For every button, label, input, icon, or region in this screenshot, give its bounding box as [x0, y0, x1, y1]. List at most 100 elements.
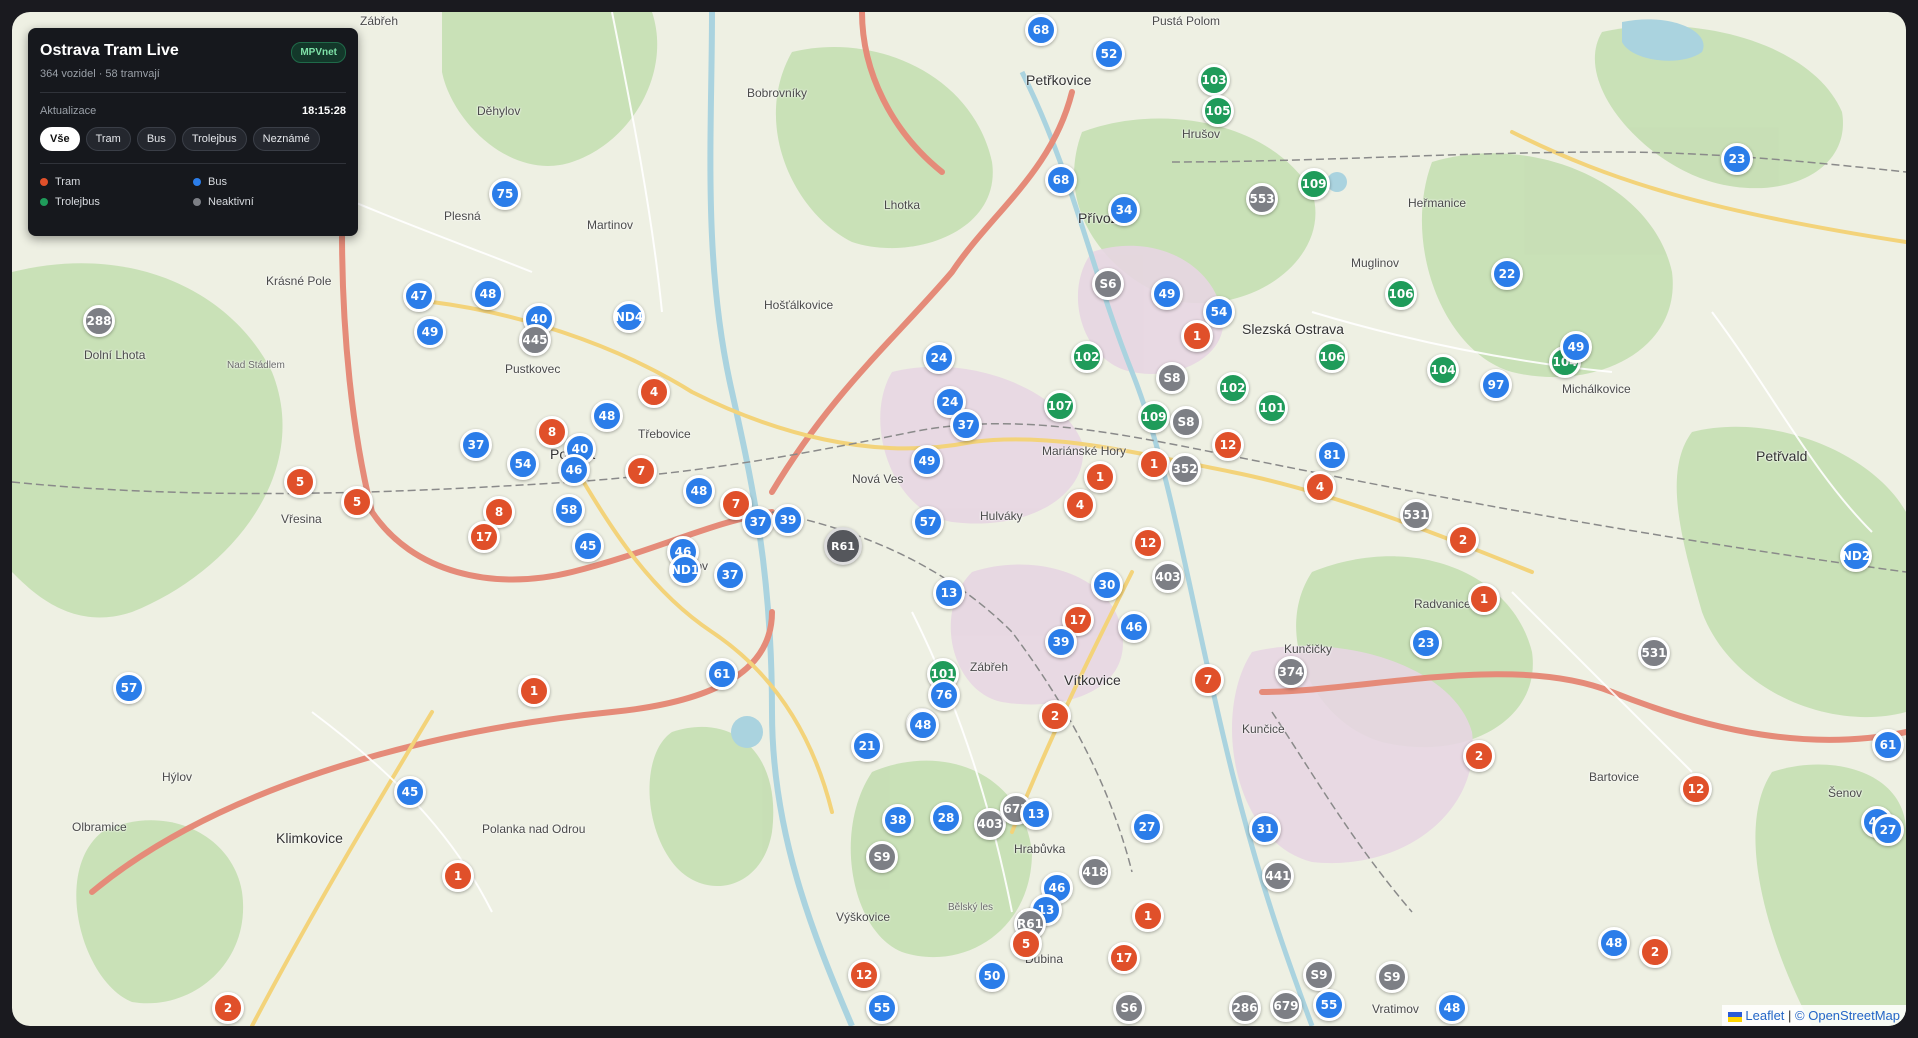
- vehicle-marker[interactable]: 48: [683, 475, 715, 507]
- vehicle-marker[interactable]: 49: [414, 316, 446, 348]
- vehicle-marker[interactable]: 5: [284, 466, 316, 498]
- vehicle-marker[interactable]: S9: [1303, 959, 1335, 991]
- vehicle-marker[interactable]: 48: [1598, 927, 1630, 959]
- vehicle-marker[interactable]: 288: [83, 305, 115, 337]
- vehicle-marker[interactable]: 679: [1270, 990, 1302, 1022]
- vehicle-marker[interactable]: 102: [1217, 372, 1249, 404]
- vehicle-marker[interactable]: 68: [1045, 164, 1077, 196]
- vehicle-marker[interactable]: 49: [1151, 278, 1183, 310]
- filter-trolleybus-button[interactable]: Trolejbus: [181, 127, 247, 151]
- vehicle-marker[interactable]: 105: [1202, 95, 1234, 127]
- vehicle-marker[interactable]: 12: [1212, 429, 1244, 461]
- vehicle-marker[interactable]: 7: [1192, 664, 1224, 696]
- vehicle-marker[interactable]: 12: [1680, 773, 1712, 805]
- vehicle-marker[interactable]: 24: [923, 342, 955, 374]
- vehicle-marker[interactable]: 531: [1638, 637, 1670, 669]
- vehicle-marker[interactable]: 7: [625, 455, 657, 487]
- vehicle-marker[interactable]: 8: [536, 416, 568, 448]
- vehicle-marker[interactable]: 1: [1132, 900, 1164, 932]
- vehicle-marker[interactable]: 75: [489, 178, 521, 210]
- vehicle-marker[interactable]: 553: [1246, 183, 1278, 215]
- vehicle-marker[interactable]: 23: [1721, 143, 1753, 175]
- vehicle-marker[interactable]: 441: [1262, 860, 1294, 892]
- vehicle-marker[interactable]: 109: [1298, 168, 1330, 200]
- vehicle-marker[interactable]: 38: [882, 804, 914, 836]
- vehicle-marker[interactable]: 48: [1436, 992, 1468, 1024]
- vehicle-marker[interactable]: 54: [1203, 296, 1235, 328]
- vehicle-marker[interactable]: 39: [772, 504, 804, 536]
- vehicle-marker[interactable]: 531: [1400, 499, 1432, 531]
- vehicle-marker[interactable]: 352: [1169, 453, 1201, 485]
- vehicle-marker[interactable]: 48: [907, 709, 939, 741]
- vehicle-marker[interactable]: 4: [638, 376, 670, 408]
- vehicle-marker[interactable]: 4: [1064, 489, 1096, 521]
- vehicle-marker[interactable]: 5: [1010, 928, 1042, 960]
- vehicle-marker[interactable]: 1: [518, 675, 550, 707]
- vehicle-marker[interactable]: 54: [507, 448, 539, 480]
- vehicle-marker[interactable]: 39: [1045, 626, 1077, 658]
- vehicle-marker[interactable]: 12: [1132, 527, 1164, 559]
- vehicle-marker[interactable]: 49: [1560, 331, 1592, 363]
- vehicle-marker[interactable]: 30: [1091, 569, 1123, 601]
- vehicle-marker[interactable]: 37: [460, 429, 492, 461]
- vehicle-marker[interactable]: 52: [1093, 38, 1125, 70]
- vehicle-marker[interactable]: 106: [1316, 341, 1348, 373]
- vehicle-marker[interactable]: S9: [1376, 961, 1408, 993]
- vehicle-marker[interactable]: 286: [1229, 992, 1261, 1024]
- vehicle-marker[interactable]: S8: [1156, 362, 1188, 394]
- vehicle-marker[interactable]: R61: [824, 527, 862, 565]
- vehicle-marker[interactable]: 1: [1084, 461, 1116, 493]
- filter-unknown-button[interactable]: Neznámé: [252, 127, 320, 151]
- vehicle-marker[interactable]: 27: [1872, 814, 1904, 846]
- filter-bus-button[interactable]: Bus: [136, 127, 176, 151]
- vehicle-marker[interactable]: 103: [1198, 64, 1230, 96]
- vehicle-marker[interactable]: 76: [928, 679, 960, 711]
- vehicle-marker[interactable]: 104: [1427, 354, 1459, 386]
- vehicle-marker[interactable]: 81: [1316, 439, 1348, 471]
- osm-link[interactable]: © OpenStreetMap: [1795, 1008, 1900, 1023]
- vehicle-marker[interactable]: ND4: [613, 301, 645, 333]
- vehicle-marker[interactable]: 37: [714, 559, 746, 591]
- vehicle-marker[interactable]: 37: [742, 506, 774, 538]
- vehicle-marker[interactable]: 28: [930, 802, 962, 834]
- vehicle-marker[interactable]: 102: [1071, 341, 1103, 373]
- vehicle-marker[interactable]: 1: [442, 860, 474, 892]
- vehicle-marker[interactable]: 57: [912, 506, 944, 538]
- vehicle-marker[interactable]: 2: [1639, 936, 1671, 968]
- vehicle-marker[interactable]: 2: [1463, 740, 1495, 772]
- vehicle-marker[interactable]: 49: [911, 445, 943, 477]
- vehicle-marker[interactable]: 27: [1131, 811, 1163, 843]
- vehicle-marker[interactable]: 46: [558, 454, 590, 486]
- vehicle-marker[interactable]: 109: [1138, 401, 1170, 433]
- vehicle-marker[interactable]: 2: [1039, 700, 1071, 732]
- vehicle-marker[interactable]: 403: [1152, 561, 1184, 593]
- vehicle-marker[interactable]: 101: [1256, 392, 1288, 424]
- vehicle-marker[interactable]: 418: [1079, 856, 1111, 888]
- vehicle-marker[interactable]: 13: [1020, 798, 1052, 830]
- vehicle-marker[interactable]: 13: [933, 577, 965, 609]
- vehicle-marker[interactable]: 58: [553, 494, 585, 526]
- vehicle-marker[interactable]: 61: [1872, 729, 1904, 761]
- vehicle-marker[interactable]: 17: [1108, 942, 1140, 974]
- vehicle-marker[interactable]: ND1: [669, 554, 701, 586]
- vehicle-marker[interactable]: 47: [403, 280, 435, 312]
- leaflet-link[interactable]: Leaflet: [1745, 1008, 1784, 1023]
- vehicle-marker[interactable]: S6: [1113, 992, 1145, 1024]
- vehicle-marker[interactable]: ND2: [1840, 540, 1872, 572]
- vehicle-marker[interactable]: 5: [341, 486, 373, 518]
- vehicle-marker[interactable]: 374: [1275, 656, 1307, 688]
- filter-all-button[interactable]: Vše: [40, 127, 80, 151]
- vehicle-marker[interactable]: 68: [1025, 14, 1057, 46]
- vehicle-marker[interactable]: 21: [851, 730, 883, 762]
- vehicle-marker[interactable]: 48: [591, 400, 623, 432]
- vehicle-marker[interactable]: 4: [1304, 471, 1336, 503]
- vehicle-marker[interactable]: 22: [1491, 258, 1523, 290]
- vehicle-marker[interactable]: 2: [1447, 524, 1479, 556]
- vehicle-marker[interactable]: 34: [1108, 194, 1140, 226]
- vehicle-marker[interactable]: 1: [1181, 320, 1213, 352]
- vehicle-marker[interactable]: 55: [1313, 989, 1345, 1021]
- vehicle-marker[interactable]: 37: [950, 409, 982, 441]
- filter-tram-button[interactable]: Tram: [85, 127, 131, 151]
- vehicle-marker[interactable]: 45: [572, 530, 604, 562]
- vehicle-marker[interactable]: S8: [1170, 406, 1202, 438]
